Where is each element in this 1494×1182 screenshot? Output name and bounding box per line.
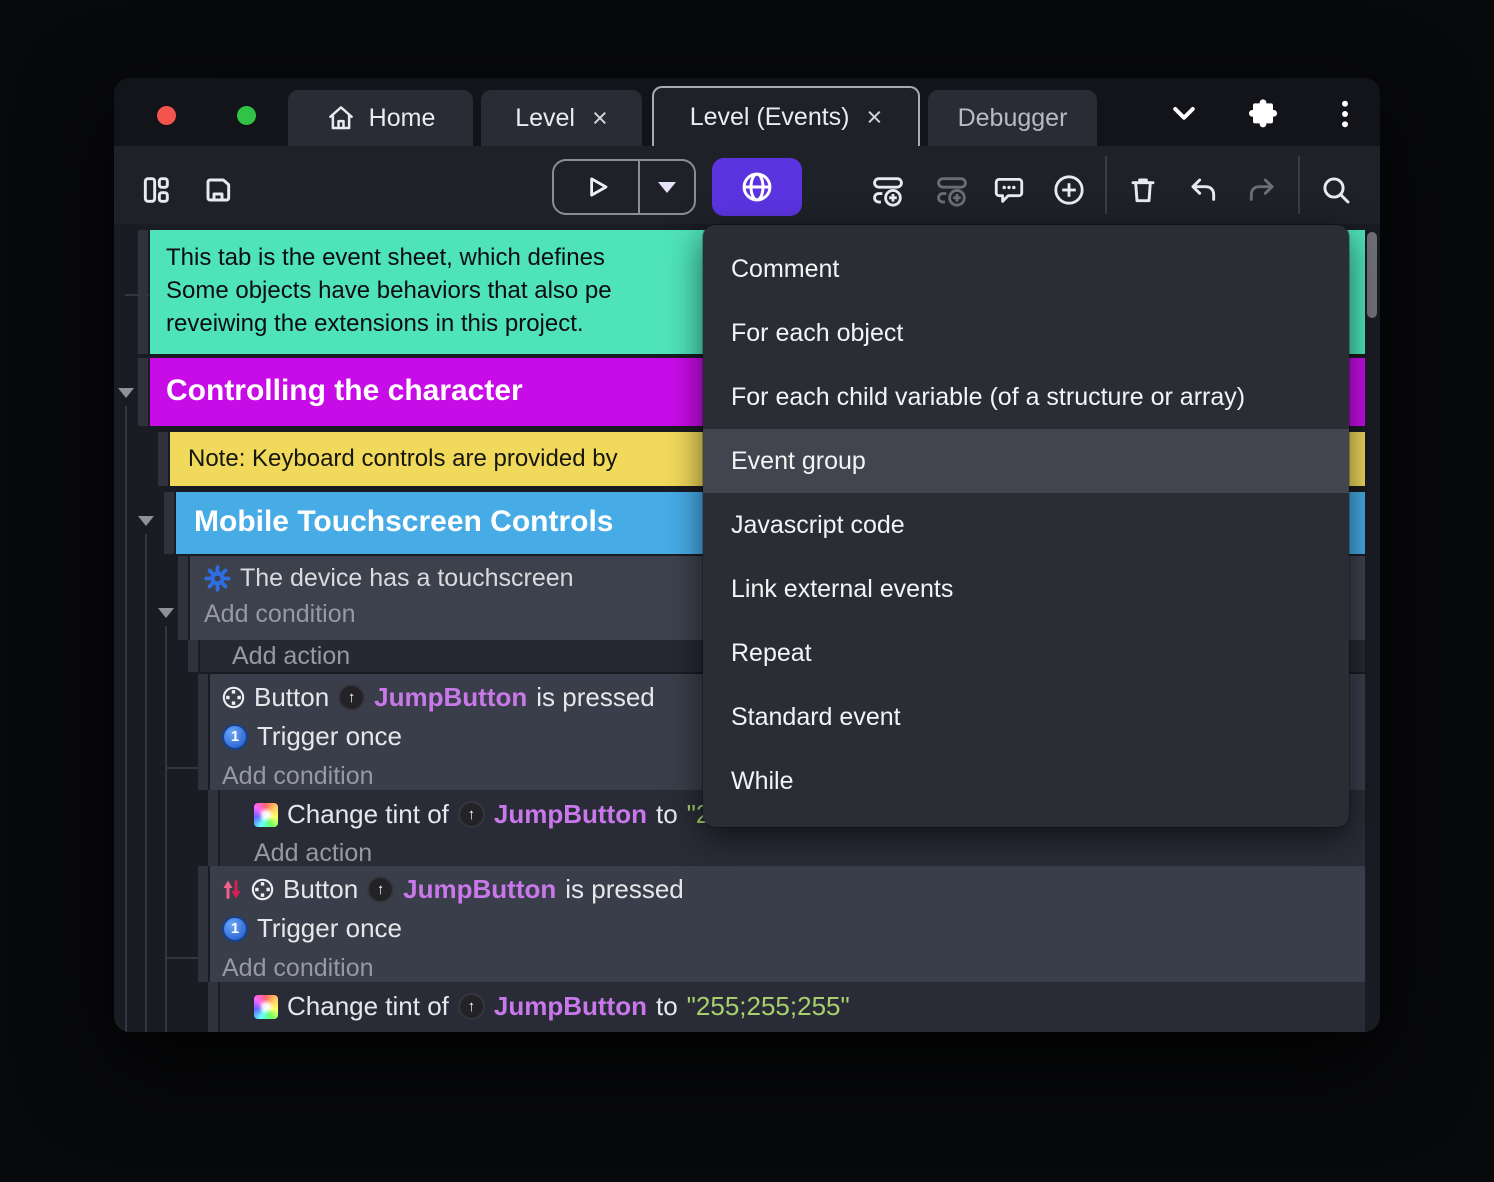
close-icon[interactable]: × [867,103,883,131]
tab-label: Level (Events) [689,102,850,131]
toolbar [114,146,1380,224]
object-thumbnail-up-arrow-icon: ↑ [457,801,485,828]
object-name: JumpButton [374,682,528,712]
tree-line [165,626,167,1032]
action-prefix: Change tint of [287,799,449,829]
object-thumbnail-up-arrow-icon: ↑ [457,993,485,1020]
menu-item-standard-event[interactable]: Standard event [703,685,1349,749]
globe-icon [742,172,772,202]
toolbar-divider [1105,156,1107,214]
condition-prefix: Button [283,874,359,904]
menu-item-for-each-child-variable[interactable]: For each child variable (of a structure … [703,365,1349,429]
add-condition-link[interactable]: Add condition [222,954,1365,983]
invert-condition-icon [222,878,242,901]
tab-label: Level [515,103,575,132]
action-to: to [655,991,678,1021]
collapse-arrow[interactable] [118,388,134,398]
condition-suffix: is pressed [536,682,655,712]
add-action-link[interactable]: Add action [254,1031,1365,1032]
action-prefix: Change tint of [287,991,449,1021]
object-name: JumpButton [403,874,557,904]
group-title: Controlling the character [166,374,523,407]
tab-debugger[interactable]: Debugger [928,90,1097,146]
delete-icon[interactable] [1121,168,1165,212]
add-circle-icon[interactable] [1047,168,1091,212]
tab-bar: Home Level × Level (Events) × Debugger [114,78,1380,340]
object-name: JumpButton [493,991,647,1021]
object-thumbnail-up-arrow-icon: ↑ [367,876,395,903]
action-value: "255;255;255" [686,991,850,1021]
menu-item-for-each-object[interactable]: For each object [703,301,1349,365]
gamepad-button-icon [251,878,274,901]
redo-icon[interactable] [1240,168,1284,212]
tree-line [145,534,147,1032]
group-title: Mobile Touchscreen Controls [194,505,614,538]
search-icon[interactable] [1314,168,1358,212]
comment-line: Note: Keyboard controls are provided by [188,445,618,472]
collapse-arrow[interactable] [158,608,174,618]
vertical-scrollbar-thumb[interactable] [1367,232,1377,318]
add-comment-icon[interactable] [987,168,1031,212]
preview-split-button [552,159,696,215]
tab-label: Debugger [957,103,1068,132]
color-tint-icon [254,994,278,1019]
menu-item-while[interactable]: While [703,749,1349,813]
collapse-arrow[interactable] [138,516,154,526]
save-icon[interactable] [196,168,240,212]
panel-layout-icon[interactable] [134,168,178,212]
home-icon [326,103,356,133]
menu-item-event-group[interactable]: Event group [703,429,1349,493]
preview-web-button[interactable] [712,158,802,216]
overflow-menu-icon[interactable] [1323,92,1367,136]
extensions-puzzle-icon[interactable] [1241,92,1285,136]
add-event-icon[interactable] [866,168,910,212]
menu-item-comment[interactable]: Comment [703,237,1349,301]
tab-home[interactable]: Home [288,90,473,146]
menu-item-link-external-events[interactable]: Link external events [703,557,1349,621]
gear-icon [204,565,231,592]
traffic-light-close[interactable] [157,106,176,125]
tab-level-events[interactable]: Level (Events) × [652,86,920,146]
gamepad-button-icon [222,686,245,709]
tab-level[interactable]: Level × [481,90,642,146]
color-tint-icon [254,802,278,827]
menu-item-repeat[interactable]: Repeat [703,621,1349,685]
trigger-once-text: Trigger once [257,721,402,751]
run-options-caret[interactable] [640,161,694,213]
condition-suffix: is pressed [565,874,684,904]
chevron-down-icon[interactable] [1162,92,1206,136]
tree-line [125,406,127,1032]
tab-label: Home [368,103,436,132]
desktop-background: Home Level × Level (Events) × Debugger T… [0,0,1494,1182]
action-change-tint[interactable]: Change tint of ↑ JumpButton to "255;255;… [208,982,1365,1032]
trigger-once-text: Trigger once [257,913,402,943]
object-thumbnail-up-arrow-icon: ↑ [338,684,366,711]
action-to: to [655,799,678,829]
add-action-link[interactable]: Add action [232,642,350,671]
caret-down-icon [658,181,676,193]
undo-icon[interactable] [1181,168,1225,212]
add-action-link[interactable]: Add action [254,839,1365,868]
condition-prefix: Button [254,682,330,712]
trigger-once-icon: 1 [222,723,248,750]
trigger-once-icon: 1 [222,915,248,942]
close-icon[interactable]: × [592,104,608,132]
condition-text: The device has a touchscreen [240,564,574,592]
traffic-light-zoom[interactable] [237,106,256,125]
gdevelop-window: Home Level × Level (Events) × Debugger T… [114,78,1380,1032]
add-event-context-menu: Comment For each object For each child v… [703,225,1349,827]
play-button[interactable] [554,161,640,213]
menu-item-javascript-code[interactable]: Javascript code [703,493,1349,557]
toolbar-divider [1298,156,1300,214]
add-subevent-icon[interactable] [930,168,974,212]
object-name: JumpButton [493,799,647,829]
event-jumpbutton-pressed-inverted[interactable]: Button ↑ JumpButton is pressed 1 Trigger… [198,866,1365,983]
